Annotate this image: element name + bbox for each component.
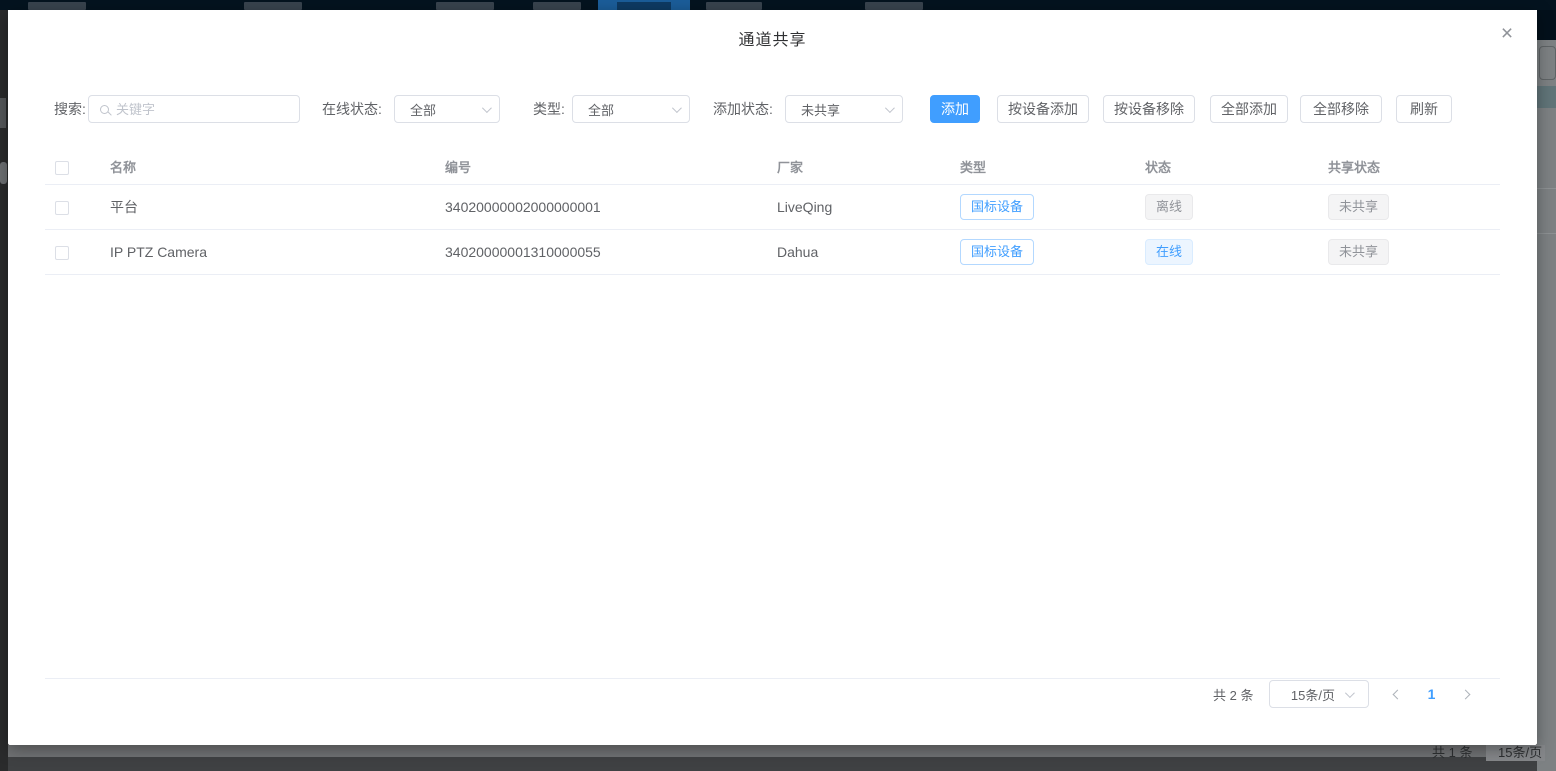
search-label: 搜索: <box>54 95 86 123</box>
select-all-checkbox[interactable] <box>55 161 69 175</box>
page-size-select[interactable]: 15条/页 <box>1269 680 1369 708</box>
background-page-size-fragment: 15条/页 <box>1498 745 1545 763</box>
column-header-type: 类型 <box>950 150 1135 184</box>
type-select[interactable]: 全部 <box>572 95 690 123</box>
share-status-tag: 未共享 <box>1328 194 1389 220</box>
channel-share-dialog: 通道共享 × 搜索: 在线状态: 全部 类型: 全部 添加状态: 未共享 添加 … <box>8 10 1537 745</box>
next-page-button[interactable] <box>1451 680 1479 708</box>
add-all-button[interactable]: 全部添加 <box>1210 95 1288 123</box>
chevron-down-icon <box>885 103 895 113</box>
remove-by-device-button[interactable]: 按设备移除 <box>1103 95 1195 123</box>
background-tab-fragment <box>28 2 86 10</box>
refresh-button[interactable]: 刷新 <box>1396 95 1452 123</box>
search-box <box>88 95 300 123</box>
status-tag-offline: 离线 <box>1145 194 1193 220</box>
chevron-down-icon <box>672 103 682 113</box>
table-row[interactable]: 平台 34020000002000000001 LiveQing 国标设备 离线… <box>45 184 1500 229</box>
type-value: 全部 <box>588 100 672 119</box>
chevron-left-icon <box>1393 689 1403 699</box>
channel-table: 名称 编号 厂家 类型 状态 共享状态 平台 34020000002000000… <box>45 150 1500 275</box>
status-tag-online: 在线 <box>1145 239 1193 265</box>
pagination: 共 2 条 15条/页 1 <box>1213 680 1479 708</box>
search-input[interactable] <box>116 102 291 117</box>
add-status-select[interactable]: 未共享 <box>785 95 903 123</box>
remove-all-button[interactable]: 全部移除 <box>1300 95 1382 123</box>
cell-number: 34020000001310000055 <box>435 229 767 274</box>
online-status-label: 在线状态: <box>322 95 382 123</box>
filter-bar: 搜索: 在线状态: 全部 类型: 全部 添加状态: 未共享 添加 按设备添加 按… <box>8 95 1537 123</box>
online-status-select[interactable]: 全部 <box>394 95 500 123</box>
background-overlay-right <box>1537 10 1556 771</box>
close-icon: × <box>1501 22 1513 45</box>
background-tab-fragment <box>436 2 494 10</box>
background-overlay-left <box>0 10 8 771</box>
background-tab-fragment <box>533 2 581 10</box>
cell-vendor: Dahua <box>767 229 950 274</box>
chevron-down-icon <box>482 103 492 113</box>
column-header-status: 状态 <box>1135 150 1318 184</box>
cell-name: 平台 <box>100 184 435 229</box>
background-tab-fragment <box>244 2 302 10</box>
type-label: 类型: <box>533 95 565 123</box>
type-tag: 国标设备 <box>960 194 1034 220</box>
search-icon <box>100 105 109 114</box>
background-tab-fragment <box>865 2 923 10</box>
table-header-row: 名称 编号 厂家 类型 状态 共享状态 <box>45 150 1500 184</box>
row-checkbox[interactable] <box>55 201 69 215</box>
cell-number: 34020000002000000001 <box>435 184 767 229</box>
background-active-tab <box>598 0 690 10</box>
add-by-device-button[interactable]: 按设备添加 <box>997 95 1089 123</box>
background-overlay-bottom: 共 1 条 15条/页 <box>8 745 1537 771</box>
close-button[interactable]: × <box>1493 20 1521 48</box>
chevron-right-icon <box>1461 689 1471 699</box>
background-total-count-fragment: 共 1 条 <box>1432 745 1472 763</box>
cell-name: IP PTZ Camera <box>100 229 435 274</box>
add-status-label: 添加状态: <box>713 95 773 123</box>
column-header-number: 编号 <box>435 150 767 184</box>
add-button[interactable]: 添加 <box>930 95 980 123</box>
online-status-value: 全部 <box>410 100 482 119</box>
table-row[interactable]: IP PTZ Camera 34020000001310000055 Dahua… <box>45 229 1500 274</box>
dialog-title: 通道共享 <box>8 26 1537 50</box>
prev-page-button[interactable] <box>1383 680 1411 708</box>
background-tab-fragment <box>706 2 762 10</box>
type-tag: 国标设备 <box>960 239 1034 265</box>
page-number-current[interactable]: 1 <box>1417 680 1445 708</box>
column-header-name: 名称 <box>100 150 435 184</box>
total-count: 共 2 条 <box>1213 685 1253 704</box>
page-size-value: 15条/页 <box>1291 685 1335 704</box>
column-header-share-status: 共享状态 <box>1318 150 1500 184</box>
pagination-divider <box>45 678 1500 679</box>
share-status-tag: 未共享 <box>1328 239 1389 265</box>
cell-vendor: LiveQing <box>767 184 950 229</box>
row-checkbox[interactable] <box>55 246 69 260</box>
column-header-vendor: 厂家 <box>767 150 950 184</box>
chevron-down-icon <box>1345 688 1355 698</box>
add-status-value: 未共享 <box>801 100 885 119</box>
background-tab-bar <box>0 0 1556 10</box>
